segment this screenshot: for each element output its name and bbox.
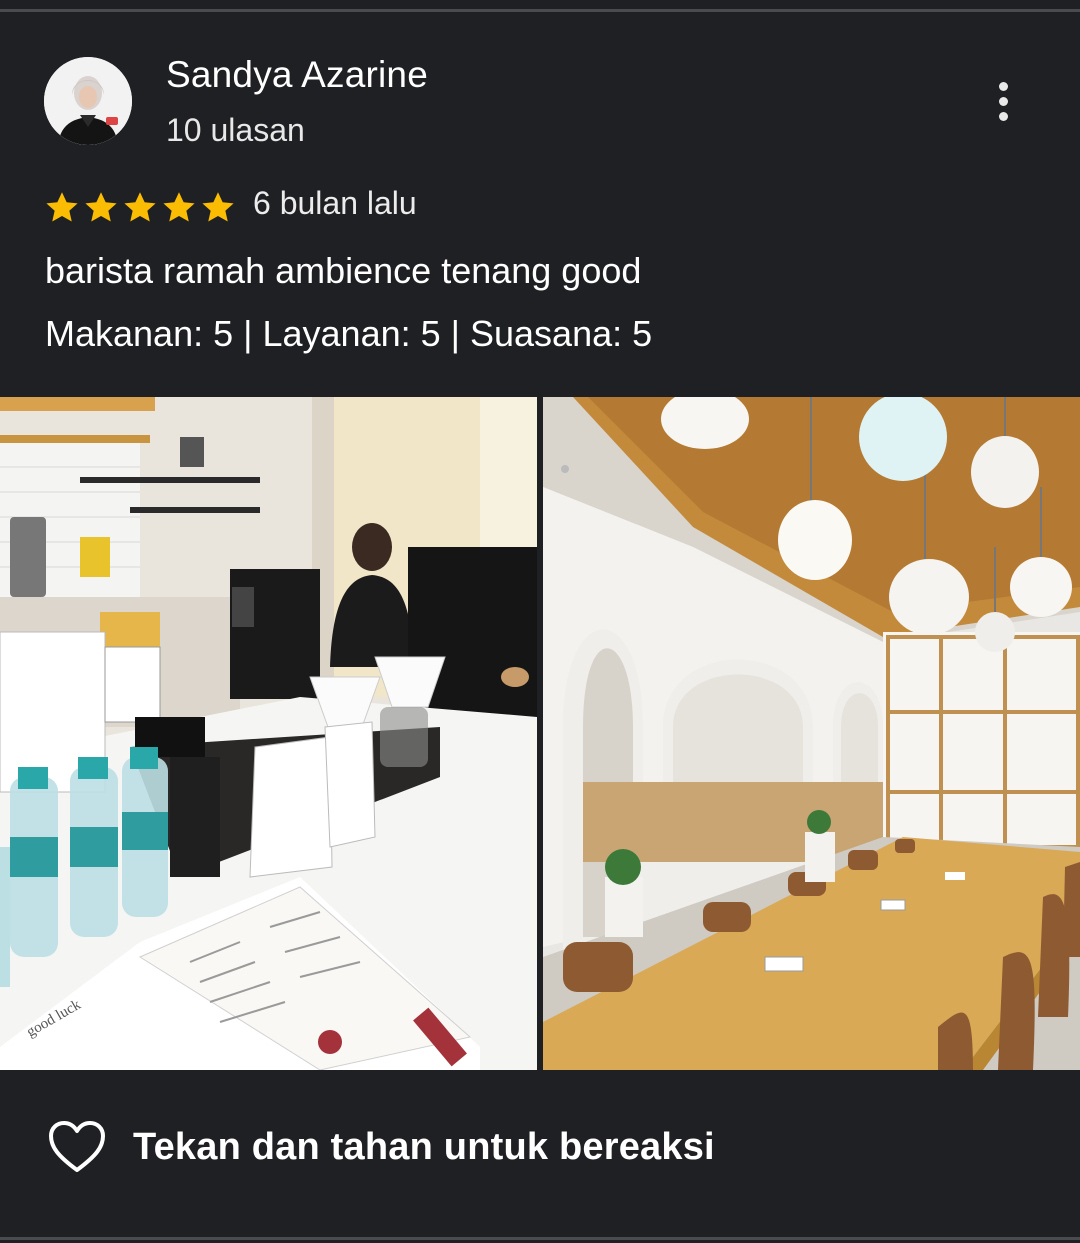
review-count: 10 ulasan <box>166 112 305 148</box>
bottom-divider <box>0 1237 1080 1240</box>
top-divider <box>0 9 1080 12</box>
more-vertical-icon[interactable] <box>985 78 1023 126</box>
star-icon <box>46 192 78 222</box>
avatar[interactable] <box>44 57 132 145</box>
review-text: barista ramah ambience tenang good <box>45 250 642 291</box>
react-label: Tekan dan tahan untuk bereaksi <box>133 1125 715 1168</box>
star-icon <box>85 192 117 222</box>
author-name[interactable]: Sandya Azarine <box>166 54 428 96</box>
star-icon <box>124 192 156 222</box>
star-icon <box>163 192 195 222</box>
photo-coffee-bar[interactable]: good luck <box>0 397 537 1070</box>
react-button[interactable]: Tekan dan tahan untuk bereaksi <box>48 1120 715 1174</box>
heart-outline-icon[interactable] <box>48 1120 106 1174</box>
star-icon <box>202 192 234 222</box>
photo-dining-room[interactable] <box>543 397 1080 1070</box>
review-time: 6 bulan lalu <box>253 185 417 221</box>
star-rating <box>44 190 236 226</box>
sub-ratings: Makanan: 5 | Layanan: 5 | Suasana: 5 <box>45 313 653 354</box>
